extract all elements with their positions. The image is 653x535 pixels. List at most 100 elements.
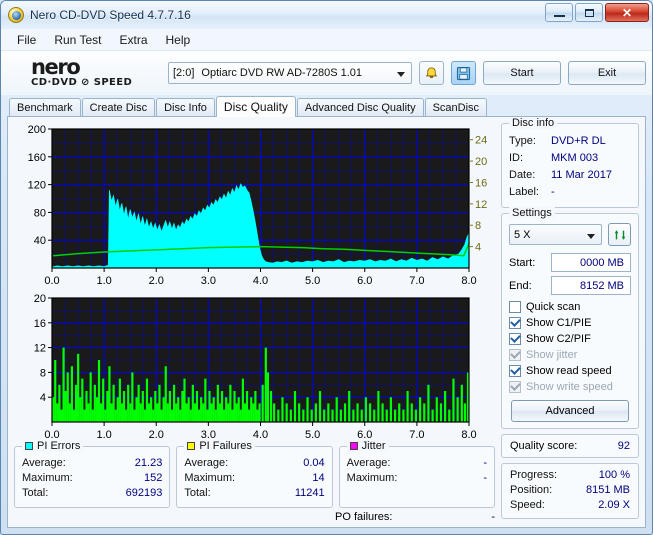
po-failures-row: PO failures: - [335,510,495,525]
start-label: Start: [509,256,536,269]
drive-selector[interactable]: [2:0] Optiarc DVD RW AD-7280S 1.01 [168,62,412,84]
checkbox-show-write-speed: Show write speed [509,379,631,395]
svg-text:12: 12 [34,343,46,355]
pi-failures-maximum-label: Maximum: [184,472,236,484]
progress-value: 100 % [598,469,630,481]
quality-score-panel: Quality score: 92 [501,434,639,458]
minimize-button[interactable] [545,3,573,22]
pi-errors-total-row: Total: 692193 [22,486,162,501]
tab-benchmark[interactable]: Benchmark [9,98,81,117]
bell-icon [425,66,438,78]
checkbox-show-c1-pie[interactable]: Show C1/PIE [509,315,631,331]
chevron-down-icon [587,234,595,239]
disc-date-value: 11 Mar 2017 [551,169,612,181]
pi-failures-plot: 481216200.0 1.0 2.0 3.0 4.0 5.0 6.0 7.0 8.0 [34,293,477,441]
progress-label: Progress: [510,469,558,481]
advanced-row: Advanced [509,400,631,422]
end-field-row: End: 8152 MB [509,276,631,295]
svg-text:0.0: 0.0 [44,275,59,287]
menu-item-help[interactable]: Help [158,30,199,50]
side-panel: Disc info Type: DVD+R DL ID: MKM 003 Dat… [501,117,639,521]
svg-text:24: 24 [475,135,487,147]
svg-text:8: 8 [40,367,46,379]
svg-text:5.0: 5.0 [305,429,320,441]
pi-failures-maximum-value: 14 [312,472,325,484]
tab-create-disc[interactable]: Create Disc [81,98,156,117]
pie-errors-chart: 40 80 120 160 200 4 8 12 16 20 24 0.0 1.0 2.0 3.0 4.0 5.… [14,123,495,288]
disc-id-label: ID: [509,152,524,164]
menu-bar: File Run Test Extra Help [1,29,652,51]
menu-item-run-test[interactable]: Run Test [46,30,109,50]
jitter-stats: Jitter Average: - Maximum: - [338,440,495,508]
disc-label-label: Label: [509,186,539,198]
advanced-button[interactable]: Advanced [511,400,629,422]
svg-text:12: 12 [475,199,487,211]
svg-text:4: 4 [475,242,481,254]
show-write-speed-label: Show write speed [526,381,613,393]
show-jitter-checkbox-icon [509,349,521,361]
bell-button[interactable] [419,61,444,85]
pi-errors-stats: PI Errors Average: 21.23 Maximum: 152 To… [14,440,171,508]
position-label: Position: [510,484,553,496]
start-field-row: Start: 0000 MB [509,253,631,272]
logo-subtitle-text: CD·DVD ⊘ SPEED [31,77,133,88]
checkbox-quick-scan[interactable]: Quick scan [509,299,631,315]
speed-row-progress: Speed: 2.09 X [510,498,630,513]
speed-select[interactable]: 5 X [509,224,602,245]
window-controls: ✕ [545,3,649,22]
pi-failures-color-swatch [187,442,196,450]
svg-text:160: 160 [28,152,46,164]
svg-text:20: 20 [34,293,46,305]
disc-type-row: Type: DVD+R DL [509,133,631,150]
po-failures-value: - [491,511,495,523]
speed-value: 5 X [514,228,531,241]
svg-text:3.0: 3.0 [201,275,216,287]
refresh-button[interactable] [608,223,631,246]
minimize-icon [553,14,565,17]
save-icon [456,66,471,80]
disc-label-value: - [551,186,555,198]
show-write-speed-checkbox-icon [509,381,521,393]
title-bar: Nero CD-DVD Speed 4.7.7.16 ✕ [1,1,652,29]
jitter-maximum-row: Maximum: - [347,471,487,486]
start-button[interactable]: Start [483,61,561,85]
save-button[interactable] [451,61,476,85]
tab-advanced-disc-quality[interactable]: Advanced Disc Quality [296,98,424,117]
svg-text:7.0: 7.0 [409,429,424,441]
jitter-average-value: - [483,457,487,469]
pi-failures-average-label: Average: [184,457,229,469]
refresh-icon [614,230,625,239]
checkbox-show-read-speed[interactable]: Show read speed [509,363,631,379]
maximize-button[interactable] [575,3,603,22]
position-row: Position: 8151 MB [510,483,630,498]
svg-text:8.0: 8.0 [461,275,476,287]
logo-nero-text: nero [31,55,81,79]
close-button[interactable]: ✕ [605,3,649,22]
end-input[interactable]: 8152 MB [551,276,631,295]
menu-item-file[interactable]: File [9,30,44,50]
charts-column: 40 80 120 160 200 4 8 12 16 20 24 0.0 1.0 2.0 3.0 4.0 5.… [14,123,495,523]
pi-errors-color-swatch [25,442,33,450]
pi-errors-total-label: Total: [22,487,49,499]
start-input[interactable]: 0000 MB [551,253,631,272]
svg-text:6.0: 6.0 [357,275,372,287]
checkbox-show-c2-pif[interactable]: Show C2/PIF [509,331,631,347]
pi-errors-average-row: Average: 21.23 [22,456,162,471]
menu-item-extra[interactable]: Extra [111,30,155,50]
pi-errors-maximum-row: Maximum: 152 [22,471,162,486]
svg-text:5.0: 5.0 [305,275,320,287]
show-jitter-label: Show jitter [526,349,578,361]
svg-text:1.0: 1.0 [96,275,111,287]
settings-legend: Settings [509,207,555,219]
pi-failures-average-row: Average: 0.04 [184,456,324,471]
exit-button[interactable]: Exit [568,61,646,85]
tab-disc-info[interactable]: Disc Info [156,98,215,117]
settings-group: Settings 5 X Start: 0000 MB End: 8152 MB… [501,207,639,429]
pi-errors-total-value: 692193 [125,487,163,499]
tab-scandisc[interactable]: ScanDisc [424,98,488,117]
pi-failures-chart: 4 8 12 16 20 0.0 1.0 2.0 3.0 4.0 5.0 6.0 7.0 8.0 [14,292,495,442]
tab-disc-quality[interactable]: Disc Quality [215,96,296,117]
svg-text:80: 80 [34,207,46,219]
show-read-speed-checkbox-icon [509,365,521,377]
disc-id-value: MKM 003 [551,152,599,164]
